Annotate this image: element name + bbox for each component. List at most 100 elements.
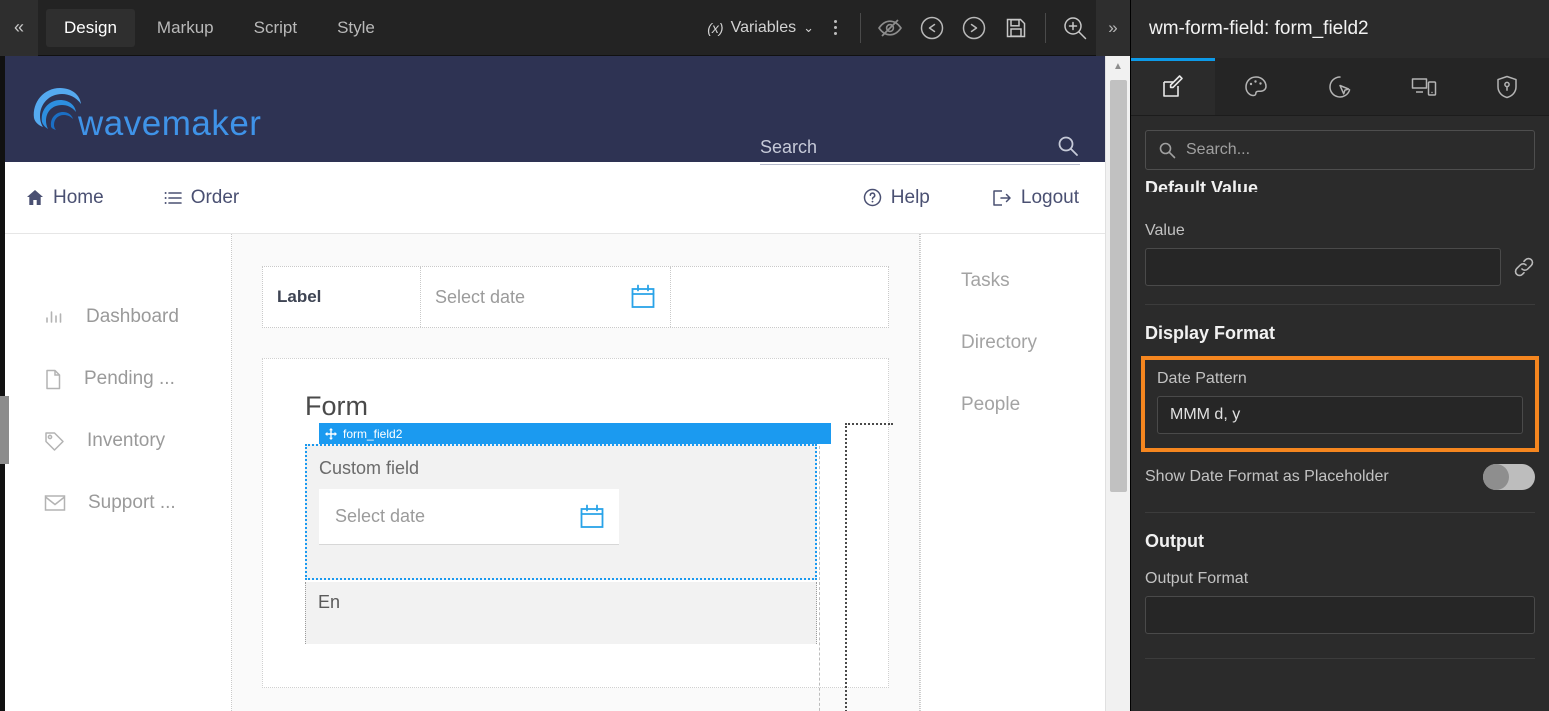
widget-label: Label: [263, 267, 421, 327]
toolbar-divider: [860, 13, 861, 43]
responsive-icon: [1410, 75, 1438, 99]
nav-item-home[interactable]: Home: [26, 187, 104, 209]
cursor-circle-icon: [1327, 74, 1353, 100]
tab-markup-label: Markup: [157, 18, 214, 37]
mode-tabs: Design Markup Script Style: [46, 0, 397, 56]
tab-script-label: Script: [254, 18, 297, 37]
default-value-section: Default Value Value: [1131, 170, 1549, 286]
output-heading: Output: [1145, 513, 1535, 564]
properties-tab[interactable]: [1131, 58, 1215, 115]
move-icon[interactable]: [325, 428, 337, 440]
palette-icon: [1243, 74, 1269, 100]
rail-item-inventory[interactable]: Inventory: [0, 410, 231, 472]
display-format-heading: Display Format: [1145, 305, 1535, 356]
preview-body: Dashboard Pending ...: [0, 234, 1105, 711]
display-format-section: Display Format: [1131, 305, 1549, 356]
tab-markup[interactable]: Markup: [139, 9, 232, 47]
home-icon: [26, 189, 44, 207]
eye-slash-icon[interactable]: [869, 0, 911, 56]
bar-chart-icon: [44, 308, 64, 326]
left-panel-expand-handle[interactable]: [0, 396, 9, 464]
output-format-input[interactable]: [1145, 596, 1535, 634]
tab-script[interactable]: Script: [236, 9, 315, 47]
value-input[interactable]: [1145, 248, 1501, 286]
calendar-icon[interactable]: [628, 282, 658, 312]
preview-navbar: Home Order: [0, 162, 1105, 234]
form-field2-widget[interactable]: Custom field Select date: [305, 444, 817, 580]
show-date-format-toggle[interactable]: [1483, 464, 1535, 490]
undo-icon[interactable]: [911, 0, 953, 56]
collapse-left-panel-button[interactable]: «: [0, 0, 38, 56]
date-picker-top[interactable]: Select date: [421, 267, 671, 327]
properties-scroll-area[interactable]: Default Value Value Display Format: [1131, 170, 1549, 711]
variables-x-icon: (x): [707, 20, 723, 36]
brand-logo: wavemaker: [22, 72, 261, 146]
calendar-icon[interactable]: [577, 502, 607, 532]
tab-style-label: Style: [337, 18, 375, 37]
form-widget[interactable]: Form form_field2: [262, 358, 889, 688]
chevron-down-icon: ⌄: [803, 20, 814, 36]
canvas-scrollbar[interactable]: ▲: [1105, 56, 1130, 711]
dot: [834, 32, 837, 35]
devices-tab[interactable]: [1382, 58, 1466, 115]
search-icon[interactable]: [1056, 134, 1080, 158]
file-icon: [44, 369, 62, 390]
date-picker-custom-field[interactable]: Select date: [319, 489, 619, 545]
more-vertical-icon[interactable]: [818, 0, 852, 56]
nav-item-logout[interactable]: Logout: [992, 187, 1079, 209]
nav-item-home-label: Home: [53, 187, 104, 209]
save-icon[interactable]: [995, 0, 1037, 56]
rail-item-dashboard-label: Dashboard: [86, 306, 179, 328]
rail-item-support[interactable]: Support ...: [0, 472, 231, 534]
rail-item-inventory-label: Inventory: [87, 430, 165, 452]
widget-empty-cell: [671, 267, 888, 327]
date-picker-custom-placeholder: Select date: [335, 506, 577, 527]
security-tab[interactable]: [1465, 58, 1549, 115]
selected-widget-wrapper: form_field2 Custom field Select date: [305, 444, 846, 644]
logout-icon: [992, 189, 1012, 207]
rail-item-dashboard[interactable]: Dashboard: [0, 286, 231, 348]
events-tab[interactable]: [1298, 58, 1382, 115]
toolbar-more-button[interactable]: »: [1096, 0, 1130, 56]
rr-item-tasks[interactable]: Tasks: [921, 270, 1105, 332]
date-pattern-highlight: Date Pattern MMM d, y: [1141, 356, 1539, 452]
style-tab[interactable]: [1215, 58, 1299, 115]
redo-icon[interactable]: [953, 0, 995, 56]
next-form-field[interactable]: En: [305, 582, 817, 644]
tab-style[interactable]: Style: [319, 9, 393, 47]
show-date-format-row: Show Date Format as Placeholder: [1131, 452, 1549, 490]
canvas-scrollbar-thumb[interactable]: [1110, 80, 1127, 492]
tab-design[interactable]: Design: [46, 9, 135, 47]
nav-item-order[interactable]: Order: [164, 187, 240, 209]
app-preview: wavemaker Search Home: [0, 56, 1105, 711]
output-section: Output Output Format: [1131, 513, 1549, 634]
zoom-in-icon[interactable]: [1054, 0, 1096, 56]
nav-item-help[interactable]: Help: [863, 187, 930, 209]
canvas-left-edge: [0, 56, 5, 711]
custom-field-label: Custom field: [319, 458, 815, 479]
edit-square-icon: [1160, 74, 1186, 100]
dot: [834, 26, 837, 29]
rr-item-people[interactable]: People: [921, 394, 1105, 456]
variables-menu[interactable]: (x) Variables ⌄: [703, 19, 818, 37]
search-icon: [1158, 141, 1176, 159]
design-canvas[interactable]: wavemaker Search Home: [0, 56, 1130, 711]
selected-widget-badge[interactable]: form_field2: [319, 423, 831, 444]
toggle-knob: [1483, 464, 1509, 490]
rail-item-pending[interactable]: Pending ...: [0, 348, 231, 410]
label-datepicker-widget[interactable]: Label Select date: [262, 266, 889, 328]
mail-icon: [44, 494, 66, 512]
preview-search[interactable]: Search: [760, 134, 1080, 165]
properties-search-input[interactable]: Search...: [1145, 130, 1535, 170]
scroll-up-arrow-icon[interactable]: ▲: [1106, 56, 1130, 76]
chevron-double-right-icon: »: [1108, 18, 1117, 38]
date-pattern-input[interactable]: MMM d, y: [1157, 396, 1523, 434]
tab-design-label: Design: [64, 18, 117, 37]
rr-item-directory[interactable]: Directory: [921, 332, 1105, 394]
nav-item-help-label: Help: [891, 187, 930, 209]
list-icon: [164, 190, 182, 206]
tag-icon: [44, 431, 65, 452]
link-icon[interactable]: [1513, 256, 1535, 278]
shield-key-icon: [1495, 74, 1519, 100]
preview-left-menu: Dashboard Pending ...: [0, 234, 232, 711]
